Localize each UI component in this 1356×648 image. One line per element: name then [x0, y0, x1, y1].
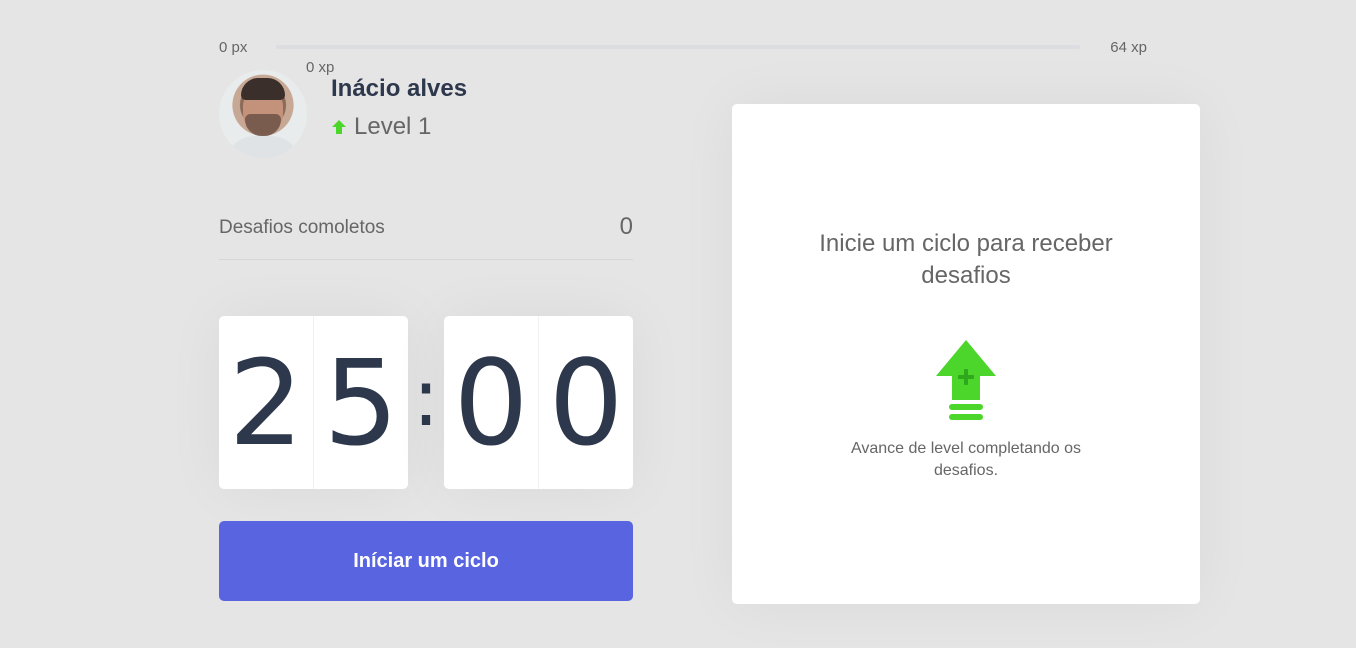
profile: Inácio alves Level 1: [219, 70, 467, 158]
start-cycle-button[interactable]: Iníciar um ciclo: [219, 521, 633, 601]
second-digit-right: 0: [548, 333, 624, 472]
xp-track: [276, 45, 1080, 49]
minutes-display: 2 5: [219, 316, 408, 489]
xp-min-label: 0 px: [219, 39, 248, 56]
minute-digit-right: 5: [323, 333, 399, 472]
avatar: [219, 70, 307, 158]
completed-challenges: Desafios comoletos 0: [219, 213, 633, 260]
level-label: Level 1: [354, 113, 432, 140]
xp-max-label: 64 xp: [1110, 39, 1147, 56]
second-digit-left: 0: [444, 316, 539, 489]
completed-challenges-label: Desafios comoletos: [219, 217, 385, 238]
user-name: Inácio alves: [331, 75, 468, 102]
profile-info: Inácio alves Level 1: [331, 75, 467, 141]
minute-digit-left: 2: [219, 316, 314, 489]
level-up-icon: [936, 340, 996, 420]
challenge-title: Inicie um ciclo para receber desafios: [819, 230, 1113, 289]
completed-challenges-count: 0: [619, 213, 633, 240]
countdown: 2 5 : 0 0: [219, 316, 633, 489]
challenge-box: Inicie um ciclo para receber desafios Av…: [732, 104, 1200, 604]
level-up-arrow-icon: [332, 120, 346, 134]
level-row: Level 1: [331, 113, 467, 141]
seconds-display: 0 0: [444, 316, 633, 489]
challenge-description: Avance de level completando os desafios.: [850, 440, 1082, 479]
countdown-separator: :: [412, 351, 440, 444]
